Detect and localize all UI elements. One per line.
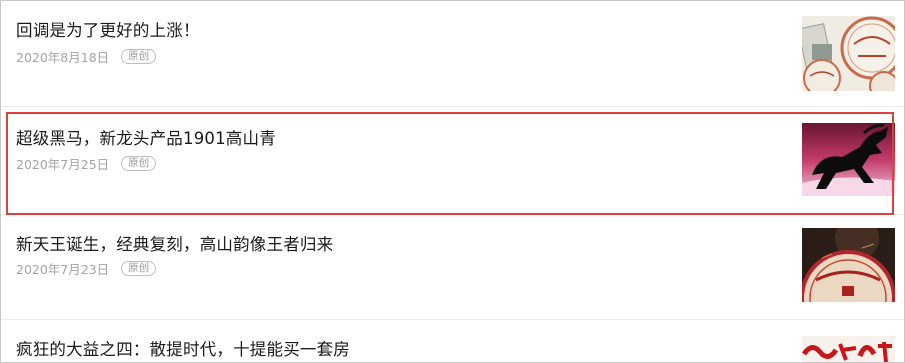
original-badge: 原创 xyxy=(121,48,157,64)
article-meta: 2020年7月23日 原创 xyxy=(16,260,157,277)
original-badge: 原创 xyxy=(121,155,157,171)
article-date: 2020年7月23日 xyxy=(16,261,110,277)
original-badge: 原创 xyxy=(121,260,157,276)
article-list: 回调是为了更好的上涨！ 2020年8月18日 原创 超级黑马，新龙头产品1901… xyxy=(0,0,905,363)
black-horse-photo-icon xyxy=(802,123,895,196)
list-item[interactable]: 新天王诞生，经典复刻，高山韵像王者归来 2020年7月23日 原创 xyxy=(1,215,904,319)
article-meta: 2020年7月25日 原创 xyxy=(16,155,157,172)
article-date: 2020年7月25日 xyxy=(16,156,110,172)
article-date: 2020年8月18日 xyxy=(16,49,110,65)
article-meta: 2020年8月18日 原创 xyxy=(16,48,157,65)
tea-wrapper-photo-icon xyxy=(802,228,895,302)
red-calligraphy-photo-icon xyxy=(802,336,895,362)
list-item[interactable]: 疯狂的大益之四：散提时代，十提能买一套房 xyxy=(1,320,904,362)
tea-cake-photo-icon xyxy=(802,16,895,91)
list-item[interactable]: 超级黑马，新龙头产品1901高山青 2020年7月25日 原创 xyxy=(1,107,904,213)
article-title[interactable]: 疯狂的大益之四：散提时代，十提能买一套房 xyxy=(16,336,350,360)
article-thumbnail[interactable] xyxy=(802,16,895,91)
article-title[interactable]: 回调是为了更好的上涨！ xyxy=(16,17,200,41)
article-thumbnail[interactable] xyxy=(802,123,895,196)
article-thumbnail[interactable] xyxy=(802,336,895,362)
list-item[interactable]: 回调是为了更好的上涨！ 2020年8月18日 原创 xyxy=(1,1,904,106)
article-thumbnail[interactable] xyxy=(802,228,895,302)
article-title[interactable]: 超级黑马，新龙头产品1901高山青 xyxy=(16,125,276,149)
article-title[interactable]: 新天王诞生，经典复刻，高山韵像王者归来 xyxy=(16,231,333,255)
